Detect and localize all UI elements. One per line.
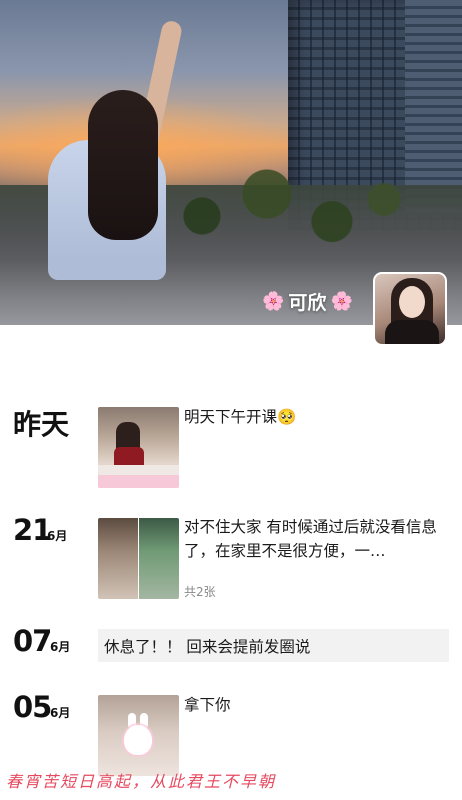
flower-icon: 🌸 bbox=[330, 290, 353, 312]
post-date-day: 21 bbox=[13, 513, 52, 547]
post-date-month: 6月 bbox=[50, 640, 71, 654]
post-date-month: 6月 bbox=[50, 706, 71, 720]
profile-avatar[interactable] bbox=[373, 272, 447, 346]
post-image[interactable] bbox=[98, 407, 179, 488]
post-date-day: 05 bbox=[13, 690, 52, 724]
bunny-sticker-icon bbox=[124, 725, 152, 755]
post-text: 休息了！！ 回来会提前发圈说 bbox=[104, 637, 311, 656]
post-image[interactable] bbox=[98, 695, 179, 776]
image-count: 共2张 bbox=[184, 585, 216, 599]
profile-name: 🌸 可欣 🌸 bbox=[262, 287, 353, 315]
post-image bbox=[98, 518, 138, 599]
post-image-group[interactable] bbox=[98, 518, 179, 599]
post-image bbox=[139, 518, 179, 599]
post-text-card[interactable]: 休息了！！ 回来会提前发圈说 bbox=[98, 629, 449, 662]
post-date: 昨天 bbox=[13, 408, 70, 441]
flower-icon: 🌸 bbox=[262, 290, 285, 312]
post-date-month: 6月 bbox=[47, 529, 68, 543]
profile-name-text: 可欣 bbox=[288, 291, 327, 314]
post-text: 对不住大家 有时候通过后就没看信息了，在家里不是很方便，一… bbox=[184, 518, 437, 560]
post-date-day: 07 bbox=[13, 624, 52, 658]
post-text: 拿下你 bbox=[184, 696, 231, 714]
post-text: 明天下午开课🥺 bbox=[184, 408, 297, 426]
watermark-caption: 春宵苦短日高起，从此君王不早朝 bbox=[6, 772, 277, 791]
